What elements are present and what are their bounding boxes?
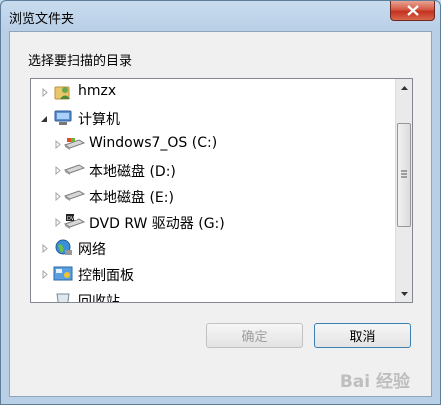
scroll-up-button[interactable] <box>396 79 412 96</box>
tree-scrollbar[interactable] <box>395 79 412 302</box>
user-folder-icon <box>53 83 73 101</box>
hard-drive-icon <box>63 189 86 207</box>
expand-arrow-icon[interactable] <box>53 192 62 201</box>
tree-item-label: 网络 <box>78 242 106 258</box>
window-title: 浏览文件夹 <box>9 12 75 27</box>
tree-item-drive-d[interactable]: 本地磁盘 (D:) <box>31 157 397 183</box>
tree-item-label: 本地磁盘 (E:) <box>89 190 174 206</box>
expand-arrow-icon[interactable] <box>40 270 49 279</box>
scroll-down-button[interactable] <box>396 285 412 302</box>
tree-item-label: DVD RW 驱动器 (G:) <box>89 216 225 232</box>
system-drive-icon <box>63 136 86 154</box>
recycle-bin-icon <box>53 291 73 302</box>
folder-tree[interactable]: hmzx 计算机 Windows7_OS (C:) 本地磁盘 (D:) 本地磁盘… <box>30 78 413 303</box>
tree-item-label: 回收站 <box>78 294 120 303</box>
tree-item-network[interactable]: 网络 <box>31 235 397 261</box>
collapse-arrow-icon[interactable] <box>39 114 48 123</box>
hard-drive-icon <box>63 163 86 181</box>
tree-item-drive-e[interactable]: 本地磁盘 (E:) <box>31 183 397 209</box>
expand-arrow-icon[interactable] <box>40 244 49 253</box>
watermark-text: Bai 经验 <box>339 372 410 392</box>
browse-folder-window: 浏览文件夹 选择要扫描的目录 hmzx 计算机 Windows7_OS (C:)… <box>0 0 441 405</box>
cancel-button[interactable]: 取消 <box>314 323 411 348</box>
network-icon <box>53 239 73 257</box>
close-button[interactable] <box>390 1 435 21</box>
close-icon <box>406 5 419 16</box>
grip-icon <box>401 170 407 178</box>
expand-arrow-icon[interactable] <box>53 140 62 149</box>
scroll-thumb[interactable] <box>397 123 411 227</box>
tree-item-recycle-bin[interactable]: 回收站 <box>31 287 397 303</box>
tree-item-drive-c[interactable]: Windows7_OS (C:) <box>31 131 397 157</box>
arrow-down-icon <box>400 291 408 296</box>
control-panel-icon <box>53 265 73 283</box>
tree-item-computer[interactable]: 计算机 <box>31 105 397 131</box>
tree-item-label: 本地磁盘 (D:) <box>89 164 176 180</box>
expand-arrow-icon[interactable] <box>53 218 62 227</box>
dialog-description: 选择要扫描的目录 <box>28 54 133 69</box>
svg-text:DVD: DVD <box>67 216 78 222</box>
tree-item-hmzx[interactable]: hmzx <box>31 79 397 105</box>
expand-arrow-icon[interactable] <box>53 166 62 175</box>
tree-item-control-panel[interactable]: 控制面板 <box>31 261 397 287</box>
tree-item-label: Windows7_OS (C:) <box>89 135 218 151</box>
arrow-up-icon <box>400 85 408 90</box>
expand-arrow-icon[interactable] <box>40 88 49 97</box>
tree-item-label: 计算机 <box>78 112 120 128</box>
dvd-drive-icon: DVD <box>63 213 86 231</box>
ok-button[interactable]: 确定 <box>206 323 303 348</box>
tree-item-label: hmzx <box>78 83 117 99</box>
tree-item-drive-g[interactable]: DVD DVD RW 驱动器 (G:) <box>31 209 397 235</box>
tree-item-label: 控制面板 <box>78 268 134 284</box>
computer-icon <box>53 109 73 127</box>
